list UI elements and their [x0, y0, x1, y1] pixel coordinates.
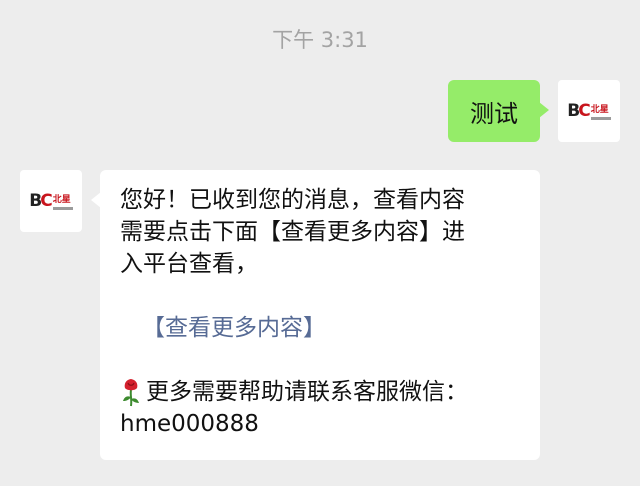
self-avatar[interactable]: BC 北星 — [558, 80, 620, 142]
contact-avatar[interactable]: BC 北星 — [20, 170, 82, 232]
sent-message-text: 测试 — [470, 99, 518, 128]
view-more-link[interactable]: 【查看更多内容】 — [120, 312, 522, 344]
message-timestamp: 下午 3:31 — [272, 28, 368, 52]
reply-line: 您好！已收到您的消息，查看内容 — [120, 187, 465, 213]
logo-letters: BC — [29, 190, 53, 211]
sent-message-bubble[interactable]: 测试 — [448, 80, 549, 142]
reply-line: 入平台查看， — [120, 251, 258, 277]
brand-logo-icon: BC 北星 — [29, 190, 73, 211]
brand-logo-icon: BC 北星 — [567, 100, 611, 121]
logo-letters: BC — [567, 100, 591, 121]
logo-chinese-name: 北星 — [52, 194, 71, 205]
wechat-id[interactable]: hme000888 — [120, 408, 522, 440]
contact-text: 更多需要帮助请联系客服微信： — [146, 379, 468, 405]
contact-line: 更多需要帮助请联系客服微信： — [120, 376, 522, 408]
rose-icon — [123, 379, 139, 407]
reply-line: 需要点击下面【查看更多内容】进 — [120, 219, 465, 245]
logo-chinese-name: 北星 — [590, 104, 609, 115]
received-message-bubble[interactable]: 您好！已收到您的消息，查看内容 需要点击下面【查看更多内容】进 入平台查看， 【… — [91, 170, 540, 460]
